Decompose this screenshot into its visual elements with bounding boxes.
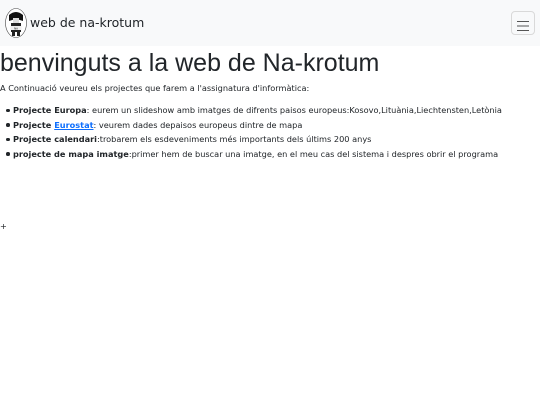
list-item-projecte-mapa-imatge: projecte de mapa imatge:primer hem de bu…: [6, 147, 540, 162]
project-name: projecte de mapa imatge: [13, 148, 129, 159]
project-description: : eurem un slideshow amb imatges de difr…: [86, 105, 502, 115]
project-description: :trobarem els esdeveniments més importan…: [97, 134, 372, 144]
svg-text:NA: NA: [14, 26, 18, 30]
avatar-figure-icon: NA: [5, 8, 27, 38]
main-content: benvinguts a la web de Na-krotum A Conti…: [0, 46, 540, 231]
list-item-projecte-europa: Projecte Europa: eurem un slideshow amb …: [6, 103, 540, 118]
hamburger-menu-icon: [517, 20, 529, 31]
list-item-projecte-calendari: Projecte calendari:trobarem els esdeveni…: [6, 132, 540, 147]
page-title: benvinguts a la web de Na-krotum: [0, 49, 380, 77]
navbar: NA web de na-krotum: [0, 0, 540, 46]
project-description: : veurem dades depaisos europeus dintre …: [93, 119, 303, 130]
project-name: Projecte calendari: [13, 134, 97, 144]
projects-list: Projecte Europa: eurem un slideshow amb …: [0, 103, 540, 161]
project-name: Projecte: [13, 119, 55, 130]
intro-text: A Continuació veureu els projectes que f…: [0, 83, 310, 93]
trailing-plus-text: +: [0, 221, 7, 231]
project-name: Projecte Europa: [13, 105, 87, 115]
list-item-projecte-eurostat: Projecte Eurostat: veurem dades depaisos…: [6, 118, 540, 133]
navbar-toggler-button[interactable]: [511, 11, 535, 35]
navbar-brand[interactable]: NA web de na-krotum: [5, 8, 144, 38]
project-description: :primer hem de buscar una imatge, en el …: [128, 148, 499, 159]
eurostat-link[interactable]: Eurostat: [54, 120, 93, 130]
brand-text: web de na-krotum: [30, 15, 145, 30]
